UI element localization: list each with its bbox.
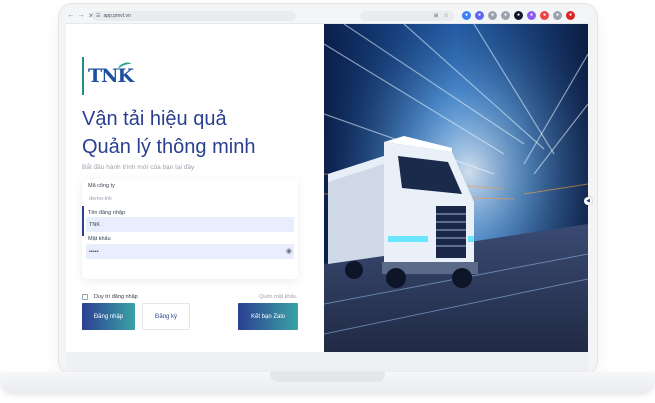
password-input[interactable]	[86, 244, 294, 259]
remember-label: Duy trì đăng nhập	[94, 294, 138, 300]
menu-icon[interactable]: ●	[553, 11, 562, 20]
bookmark-star-icon[interactable]: ☆	[444, 13, 448, 19]
back-icon[interactable]: ←	[66, 12, 76, 19]
site-info-icon[interactable]: ☰	[96, 13, 100, 19]
hero-subtitle: Bắt đầu hành trình mới của bạn tại đây	[82, 164, 195, 171]
login-form: Mã công ty Tên đăng nhập Mật khẩu ◉	[82, 179, 298, 279]
hero-line-1: Vận tải hiệu quả	[82, 108, 227, 130]
camera-icon[interactable]: ●	[488, 11, 497, 20]
login-panel: TNK Vận tải hiệu quả Quản lý thông minh …	[66, 24, 324, 352]
brand-logo: TNK	[82, 57, 134, 95]
forward-icon[interactable]: →	[76, 12, 86, 19]
forgot-password-link[interactable]: Quên mật khẩu	[259, 294, 297, 300]
laptop-bezel-bottom	[66, 352, 588, 372]
side-tab-handle[interactable]: ◀	[584, 197, 592, 205]
field-accent	[82, 206, 84, 236]
address-bar[interactable]: ☰ app.pmvt.vn	[92, 11, 296, 21]
remember-me[interactable]: Duy trì đăng nhập	[82, 294, 138, 300]
extension-icon[interactable]: ●	[527, 11, 536, 20]
username-input[interactable]	[86, 217, 294, 232]
logo-bar	[82, 57, 84, 95]
avatar[interactable]: ●	[566, 11, 575, 20]
browser-toolbar: ← → ✕ ☰ app.pmvt.vn ⊞ ☆ ● ● ● ● ● ● ● ● …	[66, 8, 588, 24]
shield-icon[interactable]: ●	[540, 11, 549, 20]
password-label: Mật khẩu	[88, 236, 111, 242]
hero-line-2: Quản lý thông minh	[82, 136, 256, 158]
pen-icon[interactable]: ●	[514, 11, 523, 20]
register-button[interactable]: Đăng ký	[142, 303, 190, 330]
remember-checkbox[interactable]	[82, 294, 88, 300]
profile-icon[interactable]: ●	[475, 11, 484, 20]
browser-window: ← → ✕ ☰ app.pmvt.vn ⊞ ☆ ● ● ● ● ● ● ● ● …	[66, 8, 588, 352]
translate-icon[interactable]: ⊞	[434, 13, 438, 19]
laptop-notch	[270, 372, 385, 382]
company-label: Mã công ty	[88, 183, 115, 189]
search-icon[interactable]: ●	[462, 11, 471, 20]
username-label: Tên đăng nhập	[88, 210, 126, 216]
truck-illustration	[324, 24, 588, 352]
company-input[interactable]	[86, 191, 294, 206]
eye-icon[interactable]: ◉	[286, 247, 292, 255]
url-text: app.pmvt.vn	[103, 13, 131, 19]
puzzle-icon[interactable]: ●	[501, 11, 510, 20]
login-button[interactable]: Đăng nhập	[82, 303, 135, 330]
omnibox-actions: ⊞ ☆	[360, 11, 454, 21]
hero-image	[324, 24, 588, 352]
extension-icons: ● ● ● ● ● ● ● ● ●	[462, 11, 575, 20]
zalo-button[interactable]: Kết bạn Zalo	[238, 303, 298, 330]
